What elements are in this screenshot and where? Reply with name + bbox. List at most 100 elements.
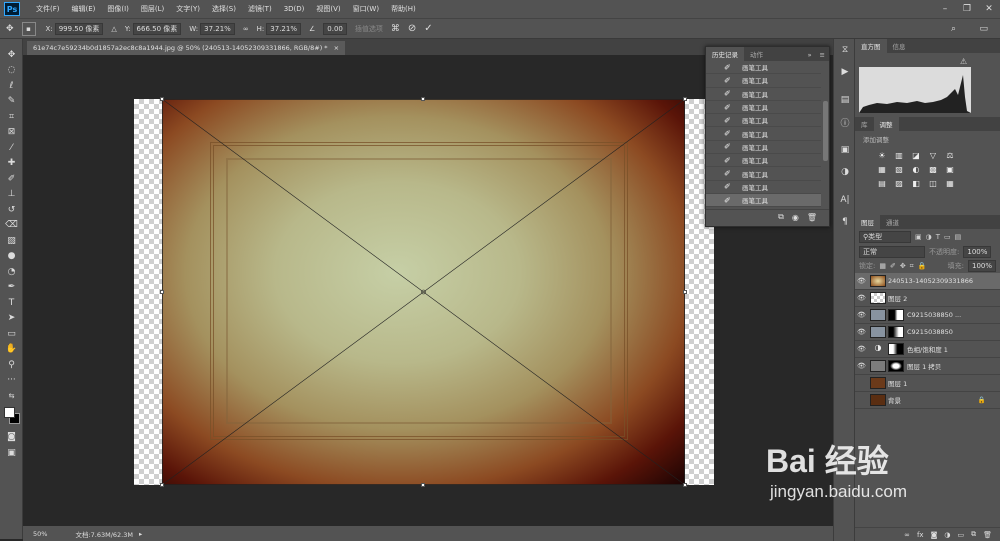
brightness-icon[interactable]: ☀ <box>875 150 889 161</box>
history-item[interactable]: ✐ 画笔工具 <box>706 114 821 128</box>
visibility-eye-icon[interactable]: 👁 <box>855 362 868 370</box>
hue-saturation-icon[interactable]: ▦ <box>875 164 889 175</box>
gradient-map-icon[interactable]: ▦ <box>943 178 957 189</box>
close-tab-icon[interactable]: × <box>334 44 339 52</box>
transform-handle[interactable] <box>160 290 164 294</box>
pen-tool-icon[interactable]: ✒ <box>0 280 23 296</box>
tab-layers[interactable]: 图层 <box>855 215 880 229</box>
curves-icon[interactable]: ◪ <box>909 150 923 161</box>
path-select-tool-icon[interactable]: ➤ <box>0 311 23 327</box>
transform-tool-icon[interactable]: ✥ <box>6 24 14 34</box>
history-item[interactable]: ✐ 画笔工具 <box>706 154 821 168</box>
layer-name[interactable]: 图层 1 <box>888 378 907 388</box>
menu-3d[interactable]: 3D(D) <box>278 5 311 13</box>
history-item[interactable]: ✐ 画笔工具 <box>706 167 821 181</box>
layer-name[interactable]: 背景 <box>888 395 901 405</box>
blur-tool-icon[interactable]: ● <box>0 249 23 265</box>
tab-histogram[interactable]: 直方图 <box>855 39 887 53</box>
angle-field[interactable]: 0.00 <box>323 22 347 35</box>
restore-icon[interactable]: ❐ <box>956 0 978 18</box>
lock-position-icon[interactable]: ✥ <box>900 262 906 270</box>
menu-type[interactable]: 文字(Y) <box>170 4 206 14</box>
history-item[interactable]: ✐ 画笔工具 <box>706 74 821 88</box>
tab-actions[interactable]: 动作 <box>744 47 769 61</box>
layer-name[interactable]: 图层 1 拷贝 <box>907 361 941 371</box>
libraries-panel-icon[interactable]: ▣ <box>834 139 856 161</box>
black-white-icon[interactable]: ◐ <box>909 164 923 175</box>
minimize-icon[interactable]: – <box>934 0 956 18</box>
blend-mode-select[interactable]: 正常 <box>859 246 925 258</box>
transform-handle[interactable] <box>683 483 687 487</box>
document-tab[interactable]: 61e74c7e59234b0d1857a2ec8c8a1944.jpg @ 5… <box>27 41 346 55</box>
transform-handle[interactable] <box>160 483 164 487</box>
default-colors-icon[interactable]: ⇆ <box>0 388 23 404</box>
menu-select[interactable]: 选择(S) <box>206 4 242 14</box>
status-menu-icon[interactable]: ▸ <box>139 530 142 538</box>
histogram-panel-icon[interactable]: ▤ <box>834 89 856 111</box>
cancel-transform-icon[interactable]: ⊘ <box>408 23 416 34</box>
height-field[interactable]: 37.21% <box>266 22 301 35</box>
opacity-field[interactable]: 100% <box>963 246 992 258</box>
tab-info[interactable]: 信息 <box>887 39 912 53</box>
info-panel-icon[interactable]: ⓘ <box>834 111 856 133</box>
layer-filter-select[interactable]: ⚲ 类型 <box>859 231 911 243</box>
history-item[interactable]: ✐ 画笔工具 <box>706 181 821 194</box>
history-item-current[interactable]: ✐ 画笔工具 <box>706 193 821 208</box>
history-item[interactable]: ✐ 画笔工具 <box>706 88 821 101</box>
delta-icon[interactable]: △ <box>111 25 116 33</box>
filter-type-icon[interactable]: T <box>936 233 940 241</box>
paragraph-panel-icon[interactable]: ¶ <box>834 211 856 233</box>
commit-transform-icon[interactable]: ✓ <box>424 23 432 34</box>
add-mask-icon[interactable]: ◙ <box>931 531 938 539</box>
warp-icon[interactable]: ⌘ <box>391 24 400 34</box>
layer-row[interactable]: 背景 🔒 <box>855 392 1000 409</box>
history-item[interactable]: ✐ 画笔工具 <box>706 101 821 115</box>
zoom-level[interactable]: 50% <box>33 530 47 538</box>
layer-mask-thumbnail[interactable] <box>888 343 904 355</box>
shape-tool-icon[interactable]: ▭ <box>0 326 23 342</box>
layer-row[interactable]: 👁 C9215038850 <box>855 324 1000 341</box>
history-item[interactable]: ✐ 画笔工具 <box>706 61 821 75</box>
layer-row[interactable]: 👁 图层 2 <box>855 290 1000 307</box>
collapse-icon[interactable]: » <box>804 49 816 61</box>
move-tool-icon[interactable]: ✥ <box>0 47 23 63</box>
snapshot-icon[interactable]: ◉ <box>792 213 799 222</box>
layer-name[interactable]: C9215038850 ... <box>907 311 961 319</box>
eyedropper-tool-icon[interactable]: ⁄ <box>0 140 23 156</box>
history-brush-icon[interactable]: ↺ <box>0 202 23 218</box>
tab-libraries[interactable]: 库 <box>855 117 874 131</box>
menu-file[interactable]: 文件(F) <box>30 4 66 14</box>
frame-tool-icon[interactable]: ⊠ <box>0 125 23 141</box>
channel-mixer-icon[interactable]: ▣ <box>943 164 957 175</box>
layer-name[interactable]: 色相/饱和度 1 <box>907 344 948 354</box>
foreground-color-swatch[interactable] <box>4 406 15 418</box>
hand-tool-icon[interactable]: ✋ <box>0 342 23 358</box>
trash-icon[interactable]: 🗑 <box>807 213 817 222</box>
transform-bounding-box[interactable] <box>162 99 685 485</box>
layer-name[interactable]: 图层 2 <box>888 293 907 303</box>
menu-window[interactable]: 窗口(W) <box>347 4 385 14</box>
layer-name[interactable]: C9215038850 <box>907 328 953 336</box>
layer-row[interactable]: 👁 C9215038850 ... <box>855 307 1000 324</box>
visibility-eye-icon[interactable]: 👁 <box>855 311 868 319</box>
layer-row[interactable]: 👁 ◑ 色相/饱和度 1 <box>855 341 1000 358</box>
filter-smart-icon[interactable]: ▤ <box>955 233 962 241</box>
layer-mask-thumbnail[interactable] <box>888 326 904 338</box>
interpolation-option[interactable]: 插值选项 <box>355 24 383 34</box>
invert-icon[interactable]: ▤ <box>875 178 889 189</box>
delete-layer-icon[interactable]: 🗑 <box>983 531 992 539</box>
history-item[interactable]: ✐ 画笔工具 <box>706 127 821 141</box>
workspace-icon[interactable]: ▭ <box>979 24 988 34</box>
link-layers-icon[interactable]: ∞ <box>904 531 910 539</box>
visibility-eye-icon[interactable]: 👁 <box>855 277 868 285</box>
threshold-icon[interactable]: ◧ <box>909 178 923 189</box>
lock-paint-icon[interactable]: ✐ <box>890 262 896 270</box>
marquee-tool-icon[interactable]: ◌ <box>0 63 23 79</box>
lasso-tool-icon[interactable]: ℓ <box>0 78 23 94</box>
new-layer-icon[interactable]: ⧉ <box>971 530 976 539</box>
exposure-icon[interactable]: ▽ <box>926 150 940 161</box>
layer-row[interactable]: 图层 1 <box>855 375 1000 392</box>
tab-history[interactable]: 历史记录 <box>706 47 744 61</box>
levels-icon[interactable]: ▥ <box>892 150 906 161</box>
vibrance-icon[interactable]: ⚖ <box>943 150 957 161</box>
